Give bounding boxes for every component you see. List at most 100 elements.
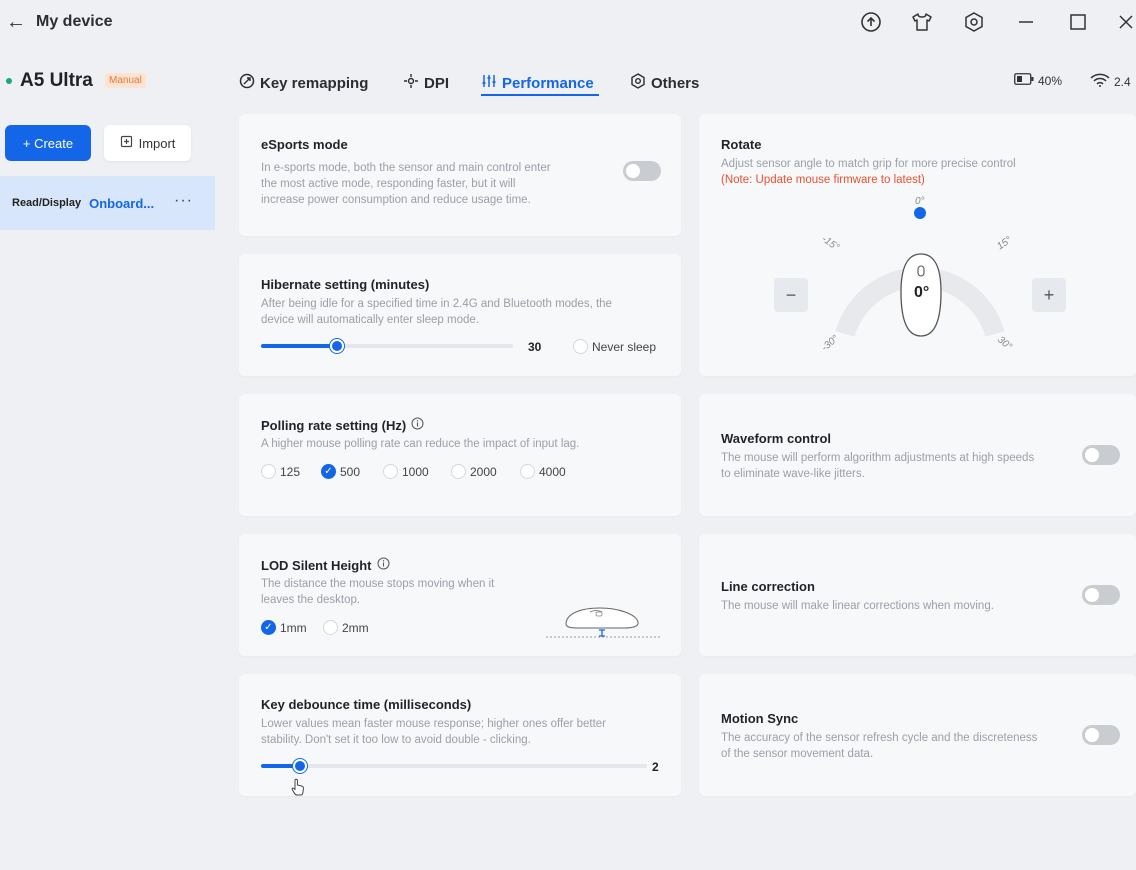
polling-option-label: 125 [280, 464, 301, 479]
tab-others[interactable]: Others [630, 72, 699, 94]
sliders-icon [481, 73, 497, 93]
polling-rate-card: Polling rate setting (Hz) A higher mouse… [239, 394, 681, 516]
tab-key-remapping[interactable]: Key remapping [239, 72, 368, 94]
lod-option-label: 1mm [280, 620, 307, 635]
polling-title: Polling rate setting (Hz) [261, 417, 424, 433]
waveform-title: Waveform control [721, 431, 832, 446]
battery-icon [1014, 73, 1034, 88]
esports-desc-line2: the most active mode, responding faster,… [261, 178, 516, 190]
wifi-icon [1090, 73, 1110, 90]
connection-status-dot [6, 78, 12, 84]
upload-icon[interactable] [859, 10, 883, 34]
window-title: My device [36, 13, 113, 30]
maximize-icon[interactable] [1066, 10, 1090, 34]
tab-label: Others [651, 74, 700, 92]
rotate-title: Rotate [721, 137, 762, 152]
esports-mode-card: eSports mode In e-sports mode, both the … [239, 114, 681, 236]
polling-option-label: 500 [340, 464, 361, 479]
hibernate-value: 30 [528, 340, 542, 354]
back-arrow-icon[interactable]: ← [6, 11, 26, 33]
polling-option-4000[interactable]: 4000 [520, 464, 566, 479]
connection-status: 2.4 [1090, 73, 1131, 90]
debounce-card: Key debounce time (milliseconds) Lower v… [239, 674, 681, 796]
hibernate-title: Hibernate setting (minutes) [261, 277, 430, 292]
waveform-toggle[interactable] [1082, 445, 1120, 465]
create-button[interactable]: + Create [5, 125, 91, 161]
radio-circle [573, 339, 588, 354]
dpi-crosshair-icon [403, 73, 419, 93]
hand-cursor-icon [291, 778, 305, 801]
polling-option-1000[interactable]: 1000 [383, 464, 429, 479]
polling-option-label: 4000 [539, 464, 566, 479]
hibernate-card: Hibernate setting (minutes) After being … [239, 254, 681, 376]
profile-access-label: Read/Display [12, 197, 82, 209]
import-button[interactable]: Import [104, 125, 191, 161]
hibernate-slider-thumb[interactable] [329, 339, 344, 353]
esports-title: eSports mode [261, 137, 348, 152]
check-icon: ✓ [261, 620, 276, 635]
radio-circle [520, 464, 535, 479]
polling-option-label: 1000 [402, 464, 429, 479]
hibernate-desc-line1: After being idle for a specified time in… [261, 298, 612, 310]
line-correction-toggle[interactable] [1082, 585, 1120, 605]
polling-option-500[interactable]: ✓ 500 [321, 464, 360, 479]
info-icon[interactable] [411, 417, 424, 433]
polling-option-2000[interactable]: 2000 [451, 464, 497, 479]
tab-performance[interactable]: Performance [481, 72, 594, 94]
shirt-icon[interactable] [910, 10, 934, 34]
tab-label: Performance [502, 74, 594, 92]
lod-option-2mm[interactable]: 2mm [323, 620, 369, 635]
polling-title-text: Polling rate setting (Hz) [261, 417, 407, 433]
tab-label: DPI [424, 74, 450, 92]
polling-option-125[interactable]: 125 [261, 464, 300, 479]
lod-title: LOD Silent Height [261, 557, 390, 573]
polling-desc: A higher mouse polling rate can reduce t… [261, 438, 580, 450]
motion-sync-card: Motion Sync The accuracy of the sensor r… [699, 674, 1136, 796]
waveform-card: Waveform control The mouse will perform … [699, 394, 1136, 516]
rotate-angle-value: 0° [914, 284, 930, 301]
motion-sync-desc-line2: of the sensor movement data. [721, 748, 874, 760]
connection-mode: 2.4 [1114, 74, 1131, 89]
waveform-desc-line2: to eliminate wave-like jitters. [721, 468, 865, 480]
key-remap-icon [239, 73, 255, 93]
import-icon [120, 135, 133, 151]
tab-dpi[interactable]: DPI [403, 72, 449, 94]
rotate-plus-button[interactable]: + [1032, 278, 1066, 312]
hibernate-slider[interactable] [261, 339, 513, 353]
waveform-desc-line1: The mouse will perform algorithm adjustm… [721, 452, 1035, 464]
lod-desc-line2: leaves the desktop. [261, 594, 361, 606]
profile-item-onboard[interactable]: Read/Display Onboard... ··· [0, 176, 215, 230]
battery-level: 40% [1038, 73, 1063, 88]
rotate-card: Rotate Adjust sensor angle to match grip… [699, 114, 1136, 376]
tab-label: Key remapping [260, 74, 369, 92]
debounce-desc-line2: stability. Don't set it too low to avoid… [261, 734, 531, 746]
lod-title-text: LOD Silent Height [261, 557, 372, 573]
import-label: Import [138, 135, 176, 151]
gear-icon [630, 73, 646, 93]
minimize-icon[interactable] [1014, 10, 1038, 34]
line-correction-card: Line correction The mouse will make line… [699, 534, 1136, 656]
lod-option-label: 2mm [342, 620, 369, 635]
debounce-slider-thumb[interactable] [292, 759, 307, 773]
info-icon[interactable] [377, 557, 390, 573]
radio-circle [451, 464, 466, 479]
rotate-desc: Adjust sensor angle to match grip for mo… [721, 158, 1016, 170]
motion-sync-toggle[interactable] [1082, 725, 1120, 745]
settings-hex-icon[interactable] [962, 10, 986, 34]
close-icon[interactable] [1114, 10, 1136, 34]
never-sleep-label: Never sleep [592, 339, 657, 354]
title-bar: ← My device [0, 0, 1136, 46]
more-options-icon[interactable]: ··· [174, 192, 193, 210]
profile-name: Onboard... [89, 195, 155, 211]
rotate-minus-button[interactable]: − [774, 278, 808, 312]
battery-status: 40% [1014, 73, 1062, 88]
debounce-desc-line1: Lower values mean faster mouse response;… [261, 718, 606, 730]
radio-circle [261, 464, 276, 479]
esports-desc-line3: increase power consumption and reduce us… [261, 194, 531, 206]
hibernate-slider-fill [261, 344, 337, 348]
debounce-slider[interactable] [261, 759, 647, 773]
esports-toggle[interactable] [623, 161, 661, 181]
motion-sync-desc-line1: The accuracy of the sensor refresh cycle… [721, 732, 1038, 744]
lod-option-1mm[interactable]: ✓ 1mm [261, 620, 307, 635]
never-sleep-option[interactable]: Never sleep [573, 339, 656, 354]
